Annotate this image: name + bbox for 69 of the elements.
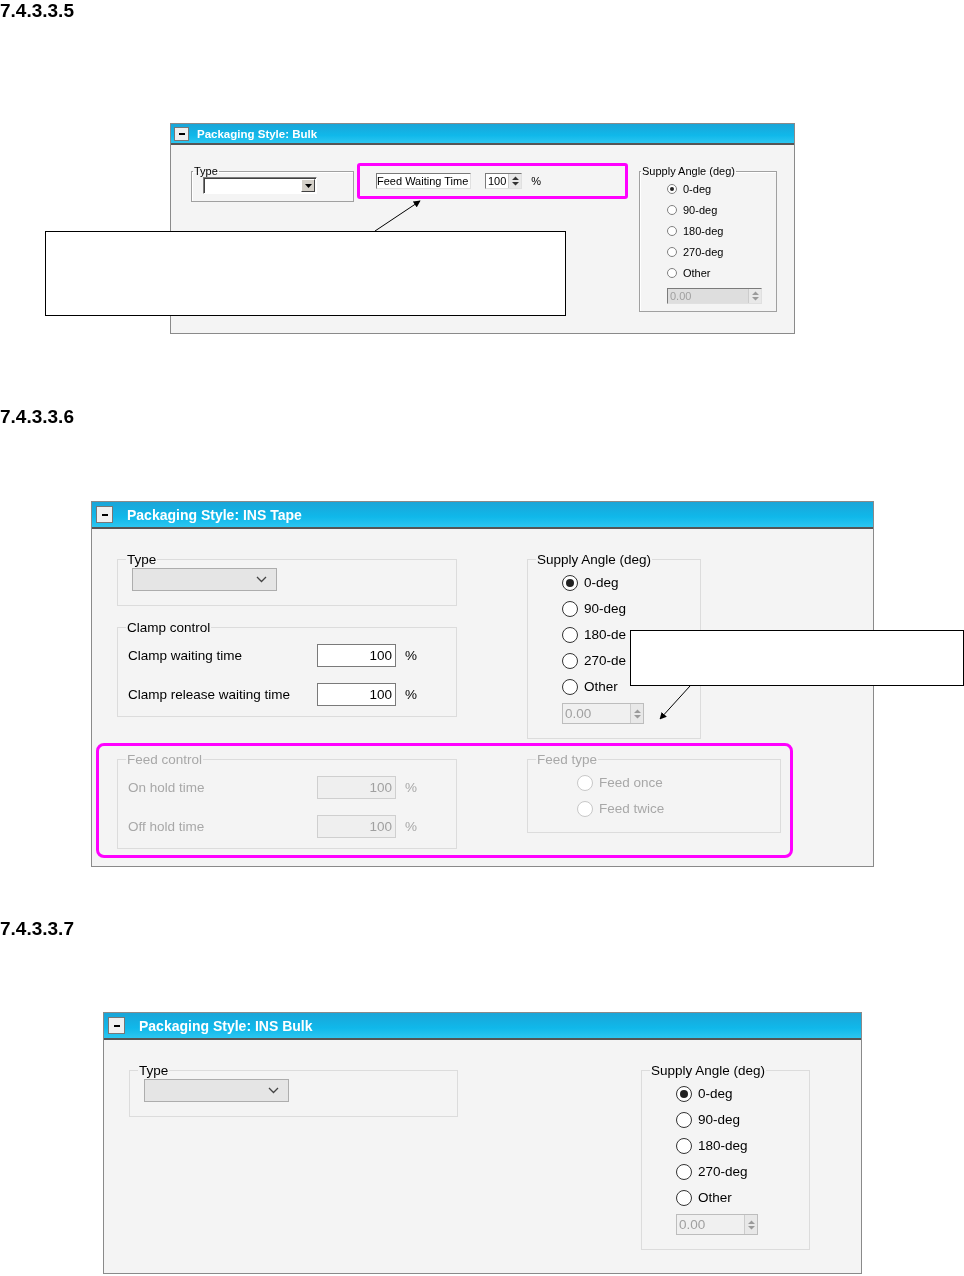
radio-label: Other <box>584 679 618 694</box>
radio-button[interactable] <box>667 267 677 278</box>
radio-button[interactable] <box>667 225 677 236</box>
field-label: Clamp waiting time <box>128 648 244 663</box>
radio-label: 270-deg <box>683 245 724 258</box>
group-label: Supply Angle (deg) <box>536 552 653 567</box>
radio-button[interactable] <box>562 652 578 669</box>
radio-label: 0-deg <box>683 182 712 195</box>
spin-buttons-icon[interactable] <box>508 174 522 188</box>
section-heading: 7.4.3.3.7 <box>0 918 75 940</box>
leader-arrow <box>659 685 691 720</box>
radio-button[interactable] <box>562 574 578 591</box>
unit-label: % <box>405 780 417 795</box>
group-label: Feed type <box>536 752 599 767</box>
radio-label: Other <box>683 266 711 279</box>
collapse-button[interactable] <box>174 126 189 141</box>
radio-button[interactable] <box>667 246 677 257</box>
group-label: Type <box>138 1063 170 1078</box>
group-label: Clamp control <box>126 620 212 635</box>
group-label: Supply Angle (deg) <box>650 1063 767 1078</box>
radio-button[interactable] <box>676 1163 692 1180</box>
chevron-icon <box>268 1087 279 1094</box>
value-field[interactable]: 100 <box>317 644 396 667</box>
radio-label: Feed once <box>599 775 663 790</box>
radio-button[interactable] <box>676 1111 692 1128</box>
field-label: Off hold time <box>128 819 206 834</box>
type-dropdown[interactable] <box>203 177 317 194</box>
group-label: Type <box>126 552 158 567</box>
radio-label: 0-deg <box>698 1086 733 1101</box>
field-label: Clamp release waiting time <box>128 687 292 702</box>
radio-label: 180-deg <box>698 1138 748 1153</box>
radio-label: 90-deg <box>683 203 718 216</box>
panel-title: Packaging Style: Bulk <box>197 127 318 140</box>
panel-title: Packaging Style: INS Tape <box>127 506 302 523</box>
radio-button[interactable] <box>676 1137 692 1154</box>
spin-field[interactable]: 100 <box>485 173 523 189</box>
radio-button[interactable] <box>562 600 578 617</box>
radio-label: 180-de <box>584 627 627 642</box>
field-label: On hold time <box>128 780 206 795</box>
radio-label: Other <box>698 1190 732 1205</box>
radio-label: 0-deg <box>584 575 619 590</box>
chevron-icon <box>256 576 267 583</box>
radio-label: 270-deg <box>698 1164 748 1179</box>
group-label: Type <box>193 165 219 177</box>
unit-label: % <box>405 819 417 834</box>
unit-label: % <box>531 175 542 187</box>
radio-button[interactable] <box>562 626 578 643</box>
radio-button[interactable] <box>676 1085 692 1102</box>
group-label: Supply Angle (deg) <box>641 165 736 177</box>
radio-button[interactable] <box>562 678 578 695</box>
section-heading: 7.4.3.3.5 <box>0 0 75 22</box>
group-label: Feed control <box>126 752 204 767</box>
radio-label: 270-de <box>584 653 627 668</box>
panel-title: Packaging Style: INS Bulk <box>139 1017 313 1034</box>
unit-label: % <box>405 648 417 663</box>
radio-label: 90-deg <box>584 601 627 616</box>
radio-label: 90-deg <box>698 1112 741 1127</box>
section-heading: 7.4.3.3.6 <box>0 406 75 428</box>
unit-label: % <box>405 687 417 702</box>
collapse-button[interactable] <box>96 506 113 523</box>
collapse-button[interactable] <box>108 1017 125 1034</box>
radio-button[interactable] <box>676 1189 692 1206</box>
radio-label: 180-deg <box>683 224 724 237</box>
field-label: Feed Waiting Time <box>377 175 470 187</box>
radio-button[interactable] <box>667 183 677 194</box>
value-field[interactable]: 100 <box>317 683 396 706</box>
radio-button[interactable] <box>667 204 677 215</box>
radio-label: Feed twice <box>599 801 665 816</box>
leader-arrow <box>374 200 421 232</box>
